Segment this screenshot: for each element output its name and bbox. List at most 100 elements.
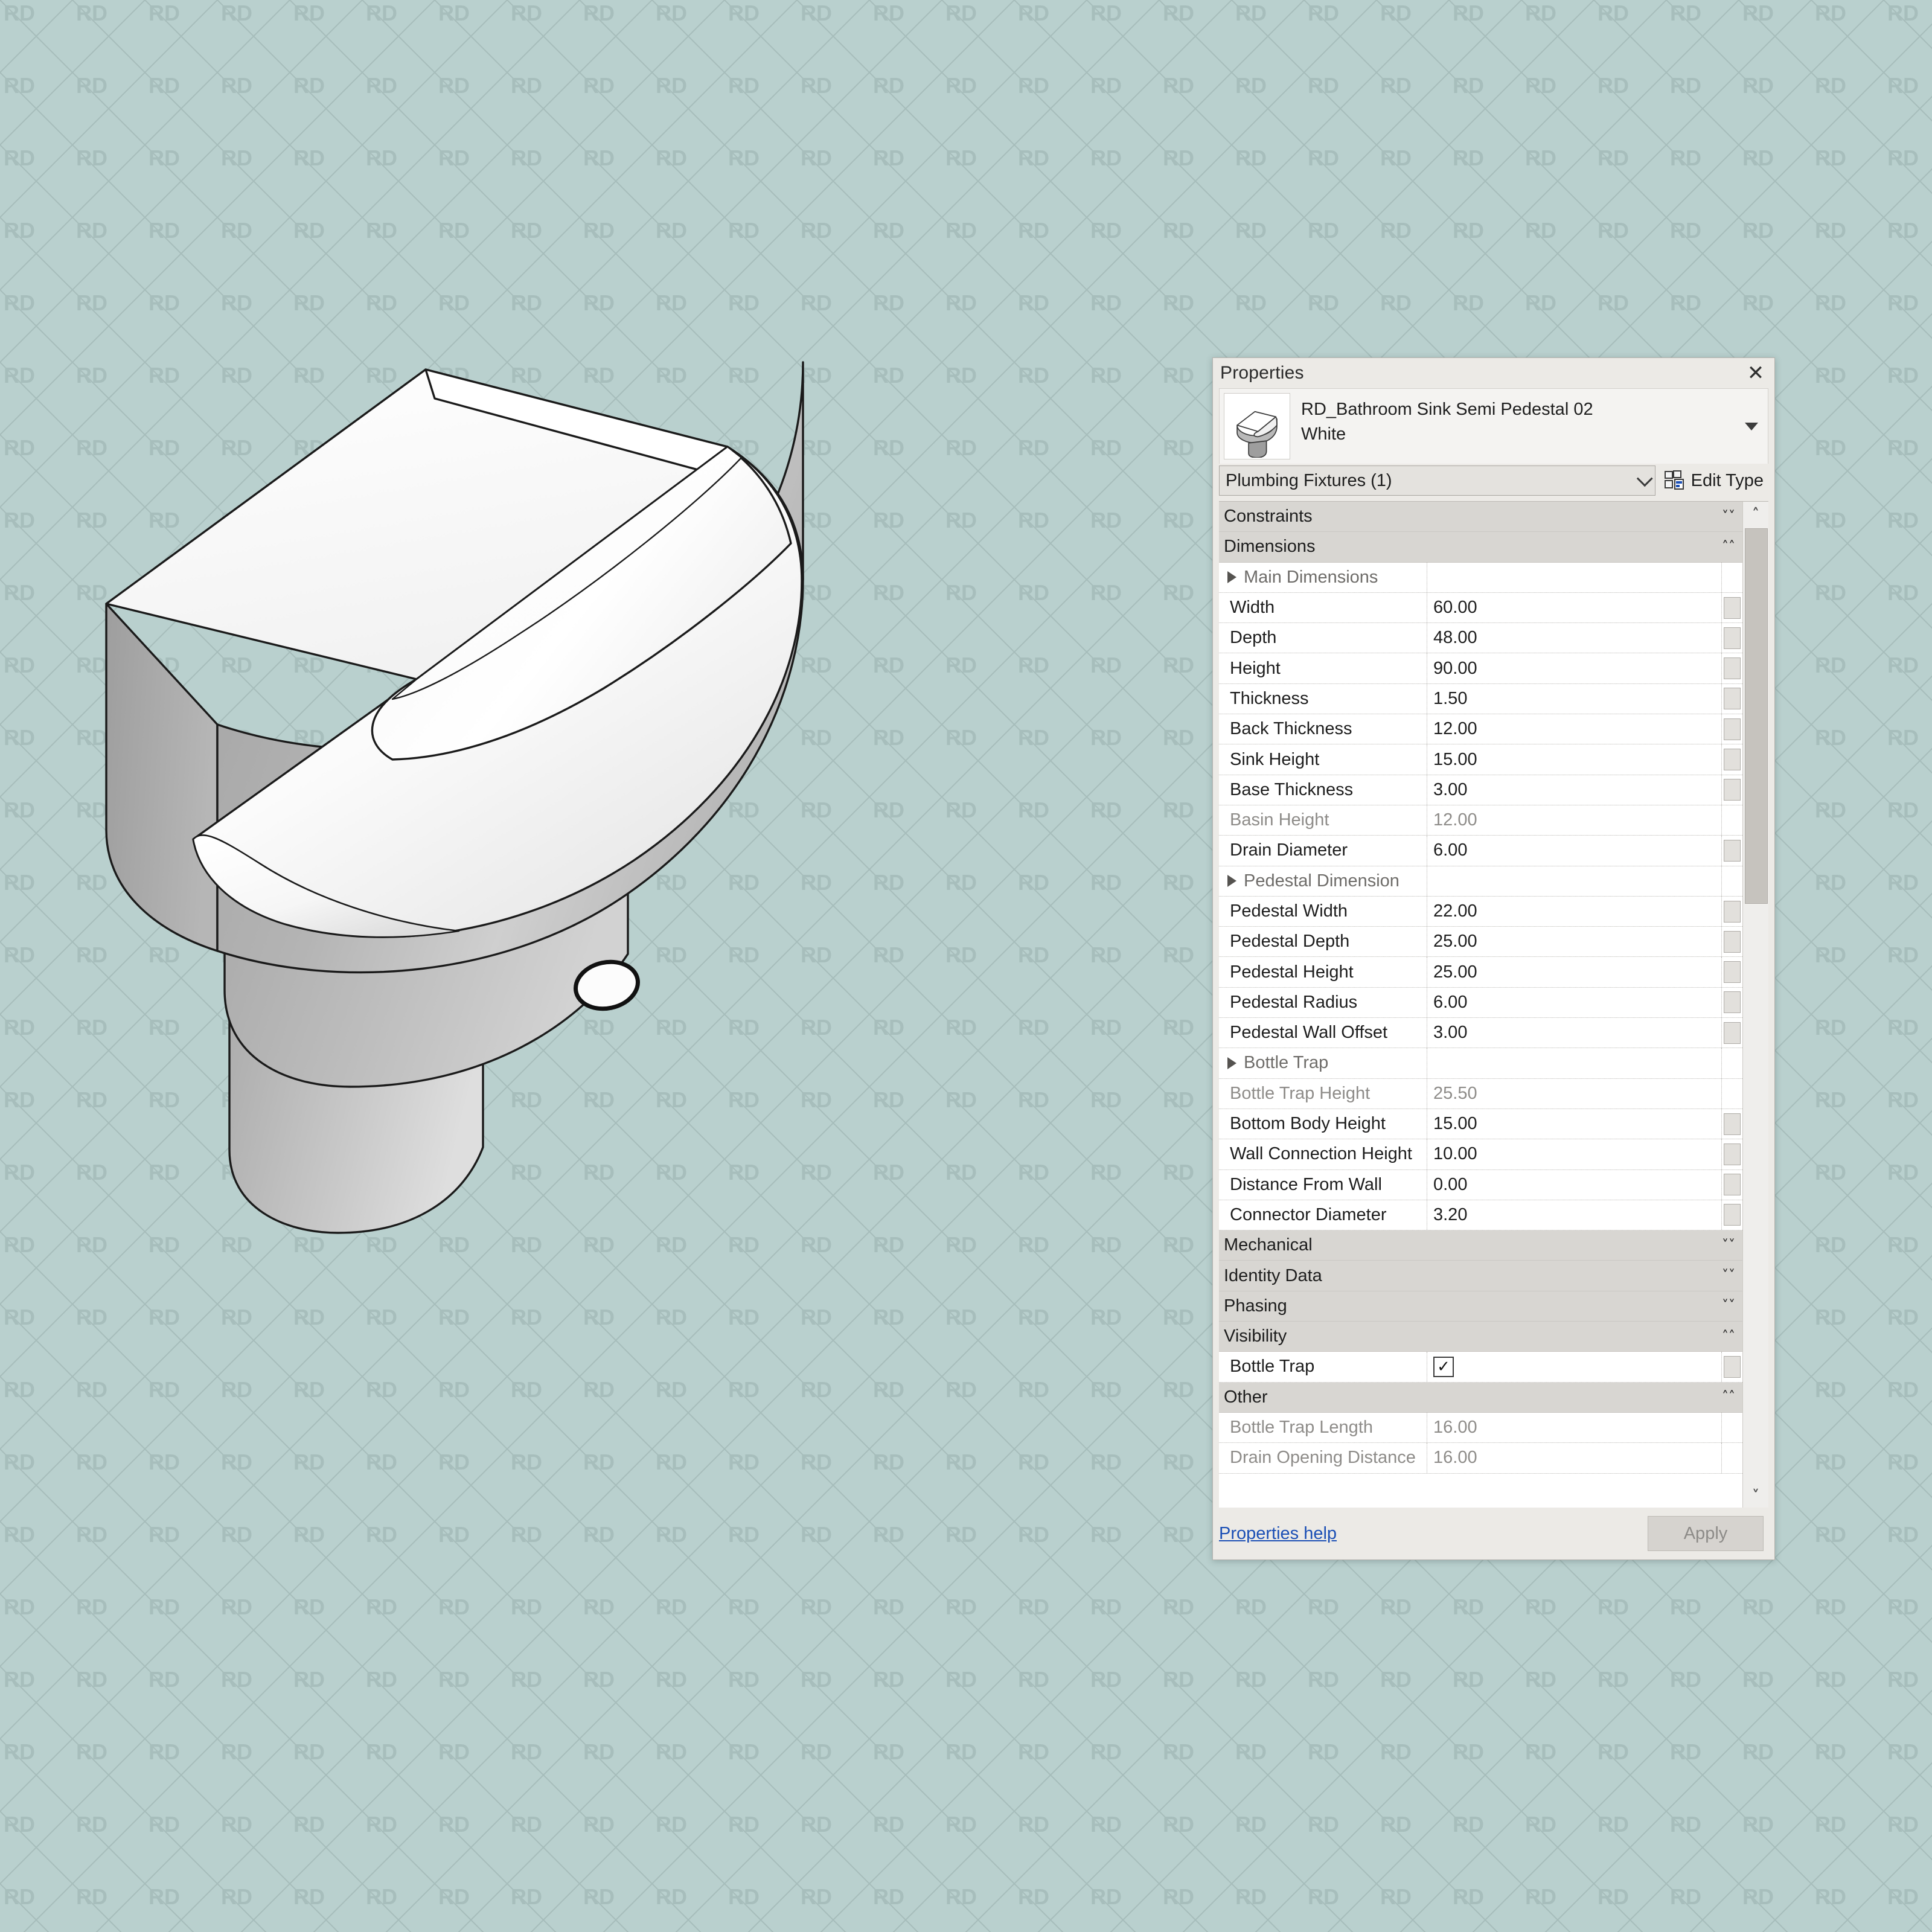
property-row[interactable]: Pedestal Depth25.00: [1219, 927, 1742, 957]
property-group-header[interactable]: Constraints˅˅: [1219, 502, 1742, 532]
property-group-header[interactable]: Other˄˄: [1219, 1383, 1742, 1413]
category-select[interactable]: Plumbing Fixtures (1): [1219, 465, 1655, 496]
property-value-cell[interactable]: 0.00: [1427, 1170, 1722, 1200]
property-value-cell[interactable]: 3.20: [1427, 1200, 1722, 1230]
property-value-cell[interactable]: 3.00: [1427, 775, 1722, 805]
property-group-label: Visibility: [1219, 1326, 1715, 1346]
property-button-cell: [1722, 1443, 1742, 1473]
property-value-cell[interactable]: 15.00: [1427, 744, 1722, 774]
property-row[interactable]: Pedestal Height25.00: [1219, 957, 1742, 987]
property-value-cell[interactable]: 48.00: [1427, 623, 1722, 653]
property-associate-button[interactable]: [1724, 1144, 1741, 1165]
property-group-header[interactable]: Identity Data˅˅: [1219, 1261, 1742, 1291]
group-collapse-toggle-icon[interactable]: ˄˄: [1715, 1333, 1742, 1340]
property-value-cell[interactable]: 6.00: [1427, 836, 1722, 865]
property-row[interactable]: Pedestal Radius6.00: [1219, 988, 1742, 1018]
properties-help-link[interactable]: Properties help: [1219, 1524, 1337, 1544]
edit-type-button[interactable]: Edit Type: [1662, 466, 1768, 495]
property-value-cell[interactable]: 25.00: [1427, 957, 1722, 987]
group-collapse-toggle-icon[interactable]: ˅˅: [1715, 1302, 1742, 1310]
property-associate-button[interactable]: [1724, 688, 1741, 709]
group-collapse-toggle-icon[interactable]: ˄˄: [1715, 1393, 1742, 1401]
group-collapse-toggle-icon[interactable]: ˅˅: [1715, 513, 1742, 520]
property-grid[interactable]: Constraints˅˅Dimensions˄˄ Main Dimensions…: [1219, 502, 1742, 1508]
type-name: RD_Bathroom Sink Semi Pedestal 02 White: [1301, 397, 1768, 447]
property-value-cell[interactable]: 22.00: [1427, 897, 1722, 926]
property-row[interactable]: Sink Height15.00: [1219, 744, 1742, 775]
property-subgroup-row[interactable]: Pedestal Dimension: [1219, 866, 1742, 897]
property-group-header[interactable]: Visibility˄˄: [1219, 1322, 1742, 1352]
property-value-cell[interactable]: 10.00: [1427, 1139, 1722, 1169]
property-associate-button[interactable]: [1724, 1113, 1741, 1135]
property-row[interactable]: Wall Connection Height10.00: [1219, 1139, 1742, 1169]
property-associate-button[interactable]: [1724, 627, 1741, 649]
property-row[interactable]: Bottom Body Height15.00: [1219, 1109, 1742, 1139]
property-name-label: Main Dimensions: [1244, 568, 1378, 587]
property-subgroup-row[interactable]: Bottle Trap: [1219, 1048, 1742, 1078]
property-associate-button[interactable]: [1724, 1174, 1741, 1195]
property-subgroup-row[interactable]: Main Dimensions: [1219, 563, 1742, 593]
property-associate-button[interactable]: [1724, 931, 1741, 953]
property-value-cell[interactable]: ✓: [1427, 1352, 1722, 1381]
property-value-cell[interactable]: 90.00: [1427, 653, 1722, 683]
property-name-cell: Basin Height: [1219, 805, 1427, 835]
property-row: Bottle Trap Length16.00: [1219, 1413, 1742, 1443]
property-name-cell: Bottle Trap Height: [1219, 1079, 1427, 1108]
property-associate-button[interactable]: [1724, 597, 1741, 619]
property-associate-button[interactable]: [1724, 840, 1741, 862]
property-associate-button[interactable]: [1724, 1022, 1741, 1044]
scrollbar-track[interactable]: [1743, 526, 1768, 1483]
property-row[interactable]: Thickness1.50: [1219, 684, 1742, 714]
group-collapse-toggle-icon[interactable]: ˅˅: [1715, 1242, 1742, 1249]
property-value-cell: 25.50: [1427, 1079, 1722, 1108]
property-value-cell[interactable]: 60.00: [1427, 593, 1722, 622]
property-value-cell[interactable]: 25.00: [1427, 927, 1722, 956]
group-collapse-toggle-icon[interactable]: ˄˄: [1715, 543, 1742, 551]
property-group-header[interactable]: Dimensions˄˄: [1219, 532, 1742, 562]
scrollbar-thumb[interactable]: [1745, 528, 1768, 904]
property-group-header[interactable]: Phasing˅˅: [1219, 1291, 1742, 1322]
property-row[interactable]: Distance From Wall0.00: [1219, 1170, 1742, 1200]
apply-button[interactable]: Apply: [1648, 1516, 1764, 1551]
property-group-header[interactable]: Mechanical˅˅: [1219, 1230, 1742, 1261]
property-button-cell: [1722, 593, 1742, 622]
property-row[interactable]: Connector Diameter3.20: [1219, 1200, 1742, 1230]
property-row[interactable]: Height90.00: [1219, 653, 1742, 683]
property-value-cell[interactable]: 1.50: [1427, 684, 1722, 714]
property-associate-button[interactable]: [1724, 749, 1741, 770]
property-associate-button[interactable]: [1724, 991, 1741, 1013]
expand-triangle-icon[interactable]: [1227, 1057, 1236, 1069]
property-grid-scrollbar[interactable]: ˄ ˅: [1742, 502, 1768, 1508]
property-row[interactable]: Back Thickness12.00: [1219, 714, 1742, 744]
type-selector[interactable]: RD_Bathroom Sink Semi Pedestal 02 White: [1219, 388, 1768, 464]
property-value-cell[interactable]: 3.00: [1427, 1018, 1722, 1048]
checkbox-bottle-trap[interactable]: ✓: [1433, 1357, 1454, 1377]
property-row[interactable]: Drain Diameter6.00: [1219, 836, 1742, 866]
close-icon[interactable]: ✕: [1742, 359, 1770, 387]
property-row[interactable]: Base Thickness3.00: [1219, 775, 1742, 805]
properties-palette[interactable]: Properties ✕ RD_Bathroom Sink Semi Pedes…: [1212, 357, 1775, 1560]
property-row[interactable]: Width60.00: [1219, 593, 1742, 623]
property-row[interactable]: Depth48.00: [1219, 623, 1742, 653]
property-name-cell: Pedestal Dimension: [1219, 866, 1427, 896]
property-associate-button[interactable]: [1724, 901, 1741, 923]
type-selector-chevron-down-icon[interactable]: [1745, 423, 1758, 430]
property-associate-button[interactable]: [1724, 1204, 1741, 1226]
property-group-label: Identity Data: [1219, 1266, 1715, 1286]
expand-triangle-icon[interactable]: [1227, 875, 1236, 887]
property-row[interactable]: Pedestal Width22.00: [1219, 897, 1742, 927]
property-row[interactable]: Bottle Trap✓: [1219, 1352, 1742, 1382]
property-row[interactable]: Pedestal Wall Offset3.00: [1219, 1018, 1742, 1048]
property-associate-button[interactable]: [1724, 1356, 1741, 1378]
property-associate-button[interactable]: [1724, 657, 1741, 679]
property-value-cell[interactable]: 15.00: [1427, 1109, 1722, 1139]
property-value-cell[interactable]: 12.00: [1427, 714, 1722, 744]
scroll-up-arrow-icon[interactable]: ˄: [1743, 502, 1768, 526]
property-associate-button[interactable]: [1724, 718, 1741, 740]
property-associate-button[interactable]: [1724, 961, 1741, 983]
property-associate-button[interactable]: [1724, 779, 1741, 801]
group-collapse-toggle-icon[interactable]: ˅˅: [1715, 1272, 1742, 1279]
scroll-down-arrow-icon[interactable]: ˅: [1743, 1483, 1768, 1508]
expand-triangle-icon[interactable]: [1227, 571, 1236, 583]
property-value-cell[interactable]: 6.00: [1427, 988, 1722, 1017]
